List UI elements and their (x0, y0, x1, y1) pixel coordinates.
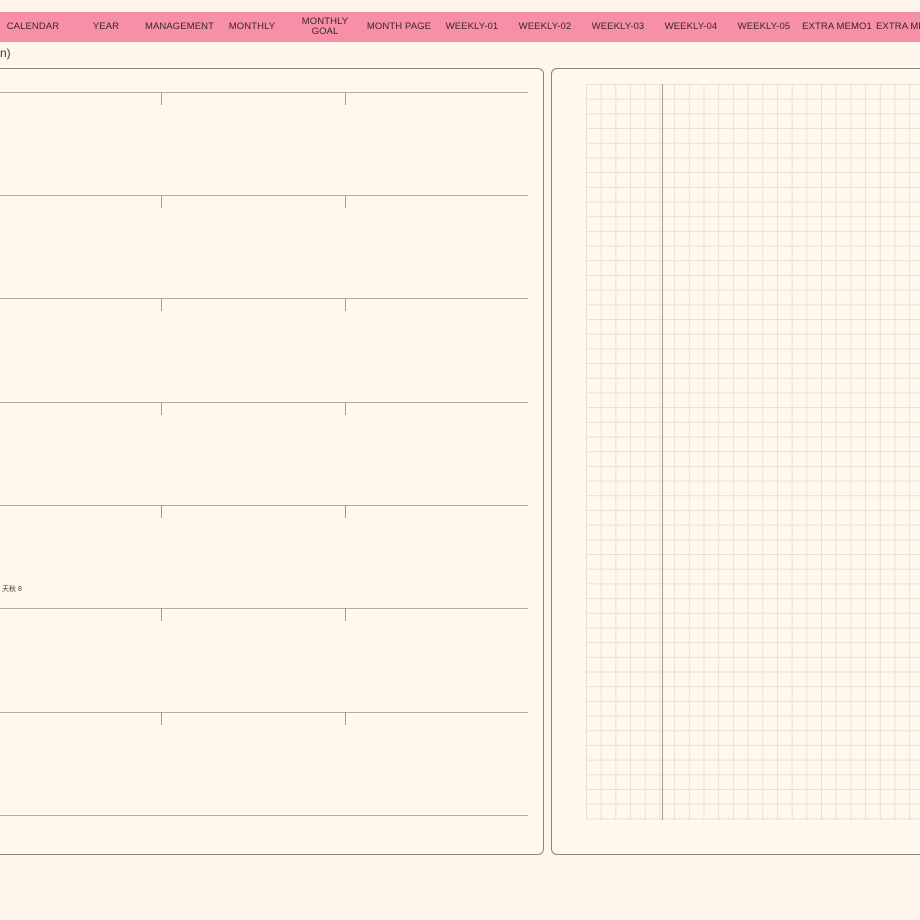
tab-calendar[interactable]: CALENDAR (0, 12, 66, 42)
row-line (0, 92, 528, 93)
row-line (0, 505, 528, 506)
tab-label: EXTRA ME (876, 21, 920, 32)
column-tick (345, 92, 346, 105)
tab-label: WEEKLY-02 (518, 21, 572, 32)
column-tick (345, 195, 346, 208)
tab-year[interactable]: YEAR (72, 12, 140, 42)
tab-month-page[interactable]: MONTH PAGE (363, 12, 435, 42)
column-tick (345, 712, 346, 725)
column-tick (345, 402, 346, 415)
tab-label: WEEKLY-04 (664, 21, 718, 32)
tab-label: WEEKLY-03 (591, 21, 645, 32)
tab-weekly-05[interactable]: WEEKLY-05 (730, 12, 798, 42)
top-tab-bar: CALENDAR YEAR MANAGEMENT MONTHLY MONTHLY… (0, 12, 920, 42)
column-tick (345, 505, 346, 518)
tab-weekly-03[interactable]: WEEKLY-03 (584, 12, 652, 42)
grid-paper (586, 84, 920, 820)
tab-label: EXTRA MEMO1 (802, 21, 872, 32)
tab-weekly-02[interactable]: WEEKLY-02 (511, 12, 579, 42)
tab-monthly[interactable]: MONTHLY (219, 12, 285, 42)
tab-weekly-04[interactable]: WEEKLY-04 (657, 12, 725, 42)
column-tick (161, 402, 162, 415)
tab-label: YEAR (92, 21, 120, 32)
column-tick (345, 608, 346, 621)
column-tick (161, 505, 162, 518)
page-indicator: n) (0, 46, 11, 60)
row-line (0, 815, 528, 816)
column-tick (161, 712, 162, 725)
row-line (0, 608, 528, 609)
column-tick (161, 195, 162, 208)
tab-monthly-goal[interactable]: MONTHLY GOAL (291, 12, 359, 42)
column-tick (161, 608, 162, 621)
column-tick (345, 298, 346, 311)
tab-label: MONTHLY (228, 21, 276, 32)
column-tick (161, 92, 162, 105)
tab-extra-memo1[interactable]: EXTRA MEMO1 (801, 12, 873, 42)
grid-divider-line (662, 84, 663, 820)
tab-extra-memo2[interactable]: EXTRA ME (876, 12, 920, 42)
row-line (0, 712, 528, 713)
tab-label: MANAGEMENT (144, 21, 215, 32)
left-notes-panel (0, 68, 544, 855)
tab-label: CALENDAR (6, 21, 60, 32)
row-line (0, 298, 528, 299)
tab-label: WEEKLY-01 (445, 21, 499, 32)
row-line (0, 402, 528, 403)
row-line (0, 195, 528, 196)
column-tick (161, 298, 162, 311)
tab-weekly-01[interactable]: WEEKLY-01 (438, 12, 506, 42)
tab-label: MONTH PAGE (366, 21, 432, 32)
tab-label: MONTHLY GOAL (301, 16, 349, 37)
row-note: 天秋 8 (2, 586, 22, 593)
tab-management[interactable]: MANAGEMENT (142, 12, 217, 42)
tab-label: WEEKLY-05 (737, 21, 791, 32)
